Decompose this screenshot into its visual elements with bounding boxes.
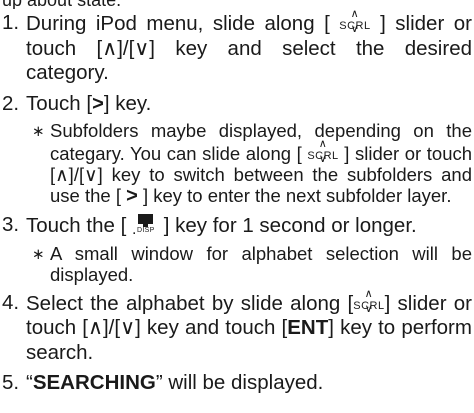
step-4: 4. Select the alphabet by slide along [∧… [0,287,474,366]
scrl-up-arrow-icon: ∧ [350,8,360,20]
note-text: Subfolders maybe displayed, depending on… [50,120,473,207]
note-step-2: ∗ Subfolders maybe displayed, depending … [26,120,472,207]
searching-label: SEARCHING [32,371,156,394]
up-down-key-symbol: [∧]/[∨] [96,36,155,60]
step-number: 4. [2,290,20,314]
asterisk-bullet: ∗ [32,245,45,263]
up-down-key-symbol: [∧]/[∨] [82,316,141,339]
step-text: Touch the [ . DISP ] key for 1 second or … [26,213,417,238]
scrl-up-arrow-icon: ∧ [318,138,328,150]
step-3: 3. Touch the [ . DISP ] key for 1 second … [0,213,474,239]
step-text: Select the alphabet by slide along [∧ SCR… [26,287,473,364]
step-number: 5. [2,371,20,394]
right-key-symbol: [>] [86,91,110,115]
step-number: 1. [2,11,20,34]
step-number: 2. [2,91,20,115]
step-text: During iPod menu, slide along [ ∧ SCRL ∨ ]… [26,8,473,85]
step-text: Touch [>] key. [26,91,152,115]
step-number: 3. [2,213,20,236]
disp-key-symbol: [ . DISP ] [120,213,170,238]
note-step-3: ∗ A small window for alphabet selection … [26,243,472,285]
scrl-up-arrow-icon: ∧ [364,287,374,300]
scrl-down-arrow-icon: ∨ [364,302,374,315]
scrl-down-arrow-icon: ∨ [350,23,360,35]
step-text: “SEARCHING” will be displayed. [26,371,324,394]
display-icon: . DISP [132,213,158,238]
up-down-key-symbol: [∧]/[∨] [50,164,103,185]
instruction-list: 1. During iPod menu, slide along [ ∧ SCRL… [0,8,474,396]
step-1: 1. During iPod menu, slide along [ ∧ SCRL… [0,8,474,86]
scrl-slider-symbol: [ ∧ SCRL ∨ ] [296,138,350,165]
asterisk-bullet: ∗ [32,123,45,140]
step-2: 2. Touch [>] key. [0,92,474,117]
scrl-slider-symbol: [ ∧ SCRL ∨ ] [324,8,386,36]
note-text: A small window for alphabet selection wi… [50,242,472,285]
partial-top-line: up about state. [0,0,474,9]
ent-key-symbol: [ENT] [281,316,334,339]
step-5: 5. “SEARCHING” will be displayed. [0,371,474,396]
right-key-symbol: [ > ] [115,185,149,207]
scrl-slider-symbol: [∧ SCRL ∨] [347,287,391,315]
scrl-down-arrow-icon: ∨ [318,153,328,165]
